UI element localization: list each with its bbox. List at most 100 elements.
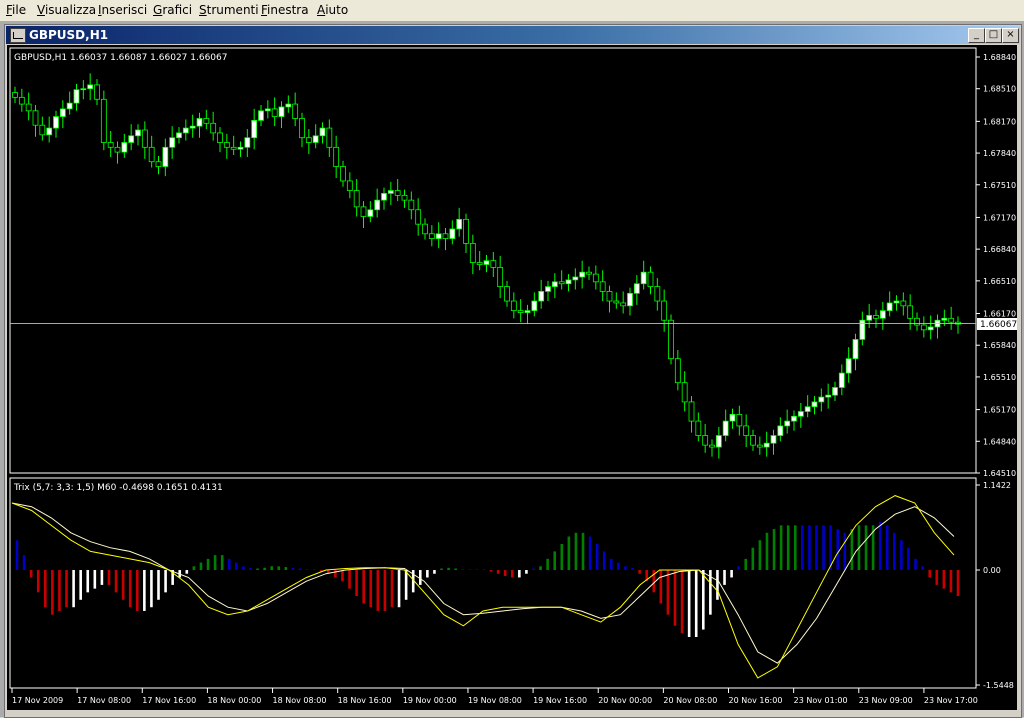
- time-axis: 17 Nov 2009 17 Nov 08:00 17 Nov 16:00 18 No…: [11, 688, 978, 705]
- chart-canvas[interactable]: 1.68840 1.68510 1.68170 1.67840 1.67510 1.671…: [7, 45, 1017, 710]
- menu-inserisci[interactable]: Inserisci: [98, 3, 147, 17]
- candle-body: [743, 425, 750, 436]
- chart-svg[interactable]: 1.68840 1.68510 1.68170 1.67840 1.67510 1.671…: [7, 45, 1017, 710]
- minimize-button[interactable]: _: [968, 28, 985, 43]
- price-tick-label: 1.66510: [983, 277, 1016, 286]
- price-tick-label: 1.68840: [983, 53, 1016, 62]
- time-tick-label: 18 Nov 00:00: [207, 696, 261, 705]
- candle-body: [886, 302, 893, 312]
- candle-body: [210, 122, 217, 134]
- candle-body: [668, 319, 674, 360]
- price-tick-label: 1.67170: [983, 213, 1016, 222]
- candle-body: [627, 292, 633, 307]
- time-tick-label: 20 Nov 16:00: [729, 696, 783, 705]
- candle-body: [141, 129, 148, 148]
- chart-info-label: GBPUSD,H1 1.66037 1.66087 1.66027 1.6606…: [14, 53, 227, 63]
- candle-body: [312, 135, 319, 143]
- candle-body: [592, 273, 599, 283]
- candle-body: [907, 305, 914, 319]
- candle-body: [586, 271, 592, 275]
- candle-body: [128, 135, 135, 143]
- candle-body: [791, 415, 797, 422]
- indicator-tick-label: 1.1422: [983, 481, 1011, 490]
- candle-body: [797, 411, 804, 417]
- candle-body: [25, 103, 32, 112]
- price-tick-label: 1.67510: [983, 181, 1016, 190]
- candle-body: [469, 242, 476, 263]
- candle-body: [87, 84, 94, 90]
- candle-body: [449, 228, 456, 239]
- candle-body: [353, 190, 360, 208]
- candle-body: [271, 108, 278, 117]
- indicator-tick-label: -1.5448: [983, 681, 1014, 690]
- candle-body: [333, 146, 340, 167]
- candle-body: [32, 110, 39, 126]
- candle-body: [463, 218, 469, 244]
- price-tick-label: 1.68170: [983, 117, 1016, 126]
- time-tick-label: 18 Nov 16:00: [338, 696, 392, 705]
- menu-grafici[interactable]: Grafici: [153, 3, 192, 17]
- indicator-axis: 1.1422 0.00 -1.5448: [976, 481, 1014, 690]
- candle-body: [305, 137, 312, 143]
- candle-body: [852, 339, 859, 360]
- candle-body: [360, 206, 367, 217]
- candle-body: [640, 271, 647, 285]
- candle-body: [729, 413, 736, 422]
- time-tick-label: 17 Nov 08:00: [77, 696, 131, 705]
- candle-body: [80, 88, 87, 91]
- candle-body: [838, 372, 845, 388]
- candle-body: [811, 401, 818, 408]
- candle-body: [832, 387, 838, 396]
- time-tick-label: 19 Nov 00:00: [403, 696, 457, 705]
- candle-body: [476, 262, 483, 265]
- candle-body: [941, 317, 948, 321]
- candle-body: [196, 118, 203, 127]
- candle-body: [763, 442, 770, 448]
- price-tick-label: 1.65840: [983, 341, 1016, 350]
- candle-body: [558, 281, 565, 285]
- trix-histogram-group: [15, 521, 960, 638]
- candle-body: [12, 92, 18, 98]
- menu-file[interactable]: File: [6, 3, 26, 17]
- menu-aiuto[interactable]: Aiuto: [317, 3, 348, 17]
- indicator-info-label: Trix (5,7: 3,3: 1,5) M60 -0.4698 0.1651 …: [13, 483, 223, 493]
- menu-strumenti[interactable]: Strumenti: [199, 3, 259, 17]
- candle-body: [914, 317, 920, 326]
- candle-body: [756, 444, 763, 448]
- candle-body: [681, 382, 688, 403]
- candle-body: [189, 125, 196, 129]
- time-tick-label: 17 Nov 2009: [12, 696, 63, 705]
- candle-body: [46, 127, 53, 136]
- candle-body: [784, 420, 791, 427]
- indicator-tick-label: 0.00: [983, 566, 1001, 575]
- candle-body: [654, 286, 661, 302]
- candle-body: [572, 276, 579, 281]
- window-titlebar[interactable]: GBPUSD,H1 _ □ ×: [6, 26, 1020, 44]
- price-tick-label: 1.66840: [983, 245, 1016, 254]
- candle-body: [299, 118, 305, 139]
- candle-body: [695, 420, 702, 436]
- candle-body: [920, 324, 927, 331]
- candle-body: [510, 300, 517, 312]
- candle-body: [422, 223, 428, 235]
- candle-body: [264, 108, 271, 112]
- maximize-button[interactable]: □: [985, 28, 1002, 43]
- candle-body: [244, 137, 251, 148]
- candle-body: [107, 142, 114, 148]
- candle-body: [387, 190, 394, 194]
- candle-body: [565, 279, 572, 285]
- candle-body: [53, 116, 59, 129]
- menu-finestra[interactable]: Finestra: [261, 3, 309, 17]
- time-tick-label: 18 Nov 08:00: [273, 696, 327, 705]
- candle-body: [545, 286, 551, 292]
- menu-visualizza[interactable]: Visualizza: [37, 3, 96, 17]
- candle-body: [66, 102, 73, 110]
- candle-body: [217, 132, 223, 143]
- close-button[interactable]: ×: [1002, 28, 1019, 43]
- candle-body: [879, 310, 886, 319]
- candle-body: [483, 260, 490, 265]
- candle-body: [135, 129, 141, 137]
- candle-body: [770, 435, 777, 444]
- candle-body: [531, 300, 538, 312]
- candle-body: [278, 106, 285, 117]
